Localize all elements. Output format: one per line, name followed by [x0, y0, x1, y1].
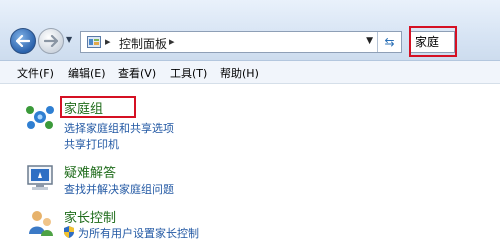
menu-view[interactable]: 查看(V) — [118, 65, 156, 81]
menu-tools[interactable]: 工具(T) — [170, 65, 207, 81]
share-printer-link[interactable]: 共享打印机 — [64, 136, 119, 152]
forward-arrow-icon — [44, 35, 58, 47]
uac-shield-icon — [64, 226, 74, 238]
homegroup-highlight-box — [60, 96, 136, 118]
set-parental-controls-link[interactable]: 为所有用户设置家长控制 — [78, 225, 199, 241]
parental-controls-title[interactable]: 家长控制 — [64, 207, 116, 226]
control-panel-icon — [87, 36, 101, 48]
troubleshooting-title[interactable]: 疑难解答 — [64, 162, 116, 181]
troubleshoot-homegroup-link[interactable]: 查找并解决家庭组问题 — [64, 181, 174, 197]
forward-button[interactable] — [38, 28, 64, 54]
breadcrumb-separator[interactable]: ▸ — [105, 35, 111, 48]
parental-controls-icon — [29, 211, 53, 236]
refresh-icon: ⇆ — [384, 35, 395, 49]
menu-bar: 文件(F) 编辑(E) 查看(V) 工具(T) 帮助(H) — [0, 61, 500, 84]
address-bar[interactable]: ▸ 控制面板 ▸ ▼ ⇆ — [80, 31, 402, 53]
menu-help[interactable]: 帮助(H) — [220, 65, 259, 81]
search-highlight-box — [409, 26, 457, 57]
menu-file[interactable]: 文件(F) — [17, 65, 54, 81]
back-button[interactable] — [10, 28, 36, 54]
refresh-button[interactable]: ⇆ — [377, 32, 401, 52]
chevron-down-icon[interactable]: ▼ — [366, 36, 373, 46]
history-dropdown-icon[interactable]: ▼ — [66, 35, 72, 44]
breadcrumb-control-panel[interactable]: 控制面板 — [119, 35, 167, 52]
back-arrow-icon — [16, 35, 30, 47]
troubleshooting-icon — [27, 165, 53, 190]
homegroup-sharing-options-link[interactable]: 选择家庭组和共享选项 — [64, 120, 174, 136]
menu-edit[interactable]: 编辑(E) — [68, 65, 106, 81]
breadcrumb-separator[interactable]: ▸ — [169, 35, 175, 48]
homegroup-icon — [26, 106, 54, 129]
